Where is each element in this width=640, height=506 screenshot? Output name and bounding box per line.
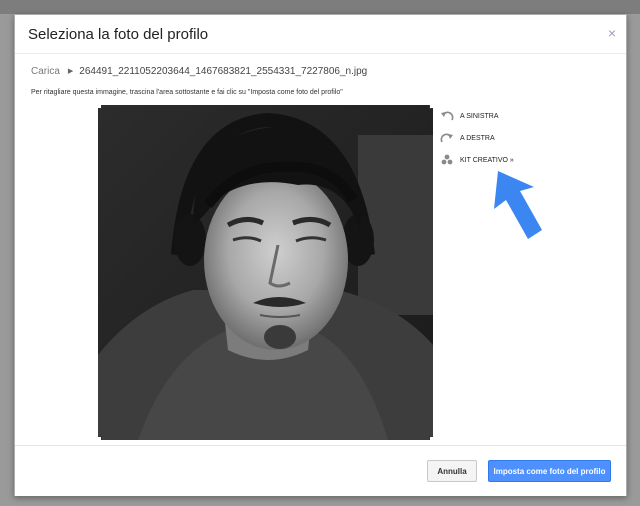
- crop-instructions: Per ritagliare questa immagine, trascina…: [31, 89, 343, 96]
- rotate-left-label: A SINISTRA: [460, 112, 499, 120]
- background-topbar: [0, 0, 640, 14]
- breadcrumb-separator-icon: ▶: [67, 68, 74, 75]
- profile-photo-dialog: Seleziona la foto del profilo × Carica ▶ 2…: [14, 14, 627, 496]
- close-icon[interactable]: ×: [608, 25, 616, 41]
- cancel-button[interactable]: Annulla: [427, 460, 477, 482]
- creative-kit-icon: [441, 154, 453, 165]
- crop-handle-top-left[interactable]: [98, 105, 102, 109]
- dialog-header: Seleziona la foto del profilo ×: [15, 15, 626, 54]
- dialog-title: Seleziona la foto del profilo: [28, 26, 209, 43]
- rotate-left-icon: [441, 111, 454, 121]
- crop-photo[interactable]: [98, 105, 433, 440]
- crop-handle-bottom-right[interactable]: [429, 436, 433, 440]
- rotate-right-button[interactable]: A DESTRA: [440, 130, 495, 146]
- breadcrumb: Carica ▶ 264491_2211052203644_1467683821_2…: [31, 66, 367, 77]
- rotate-left-button[interactable]: A SINISTRA: [440, 108, 499, 124]
- creative-kit-label: KIT CREATIVO »: [460, 156, 514, 164]
- crop-handle-top-right[interactable]: [429, 105, 433, 109]
- blue-arrow-icon: [494, 171, 542, 239]
- breadcrumb-filename: 264491_2211052203644_1467683821_2554331_…: [79, 66, 368, 77]
- dialog-footer: Annulla Imposta come foto del profilo: [15, 445, 626, 496]
- rotate-right-label: A DESTRA: [460, 134, 495, 142]
- portrait-image: [98, 105, 433, 440]
- creative-kit-button[interactable]: KIT CREATIVO »: [440, 152, 514, 168]
- crop-handle-bottom-left[interactable]: [98, 436, 102, 440]
- rotate-right-icon: [440, 133, 453, 143]
- breadcrumb-upload-link[interactable]: Carica: [31, 66, 60, 77]
- set-profile-photo-button[interactable]: Imposta come foto del profilo: [488, 460, 611, 482]
